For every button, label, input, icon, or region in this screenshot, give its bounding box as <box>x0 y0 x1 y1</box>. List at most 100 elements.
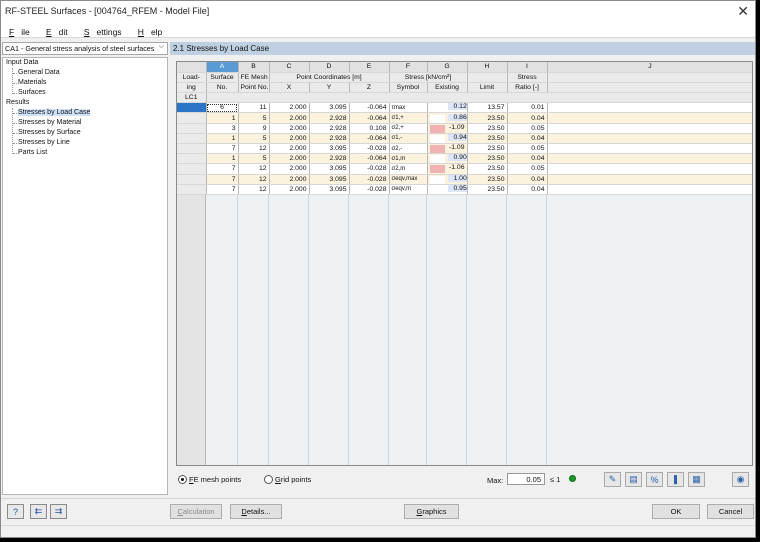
column-d-header[interactable]: D <box>309 62 350 73</box>
next-icon[interactable]: ⇉ <box>50 504 67 519</box>
cell-x[interactable]: 2.000 <box>269 133 310 145</box>
cell-existing[interactable]: 1.00 <box>427 174 468 185</box>
cell-y[interactable]: 2.928 <box>309 123 350 134</box>
cell-surface-no[interactable]: 3 <box>206 123 239 134</box>
cell-ratio[interactable]: 0.04 <box>507 153 548 165</box>
cell-ratio[interactable]: 0.01 <box>507 102 548 114</box>
cell-point-no[interactable]: 5 <box>238 112 270 124</box>
calculation-button[interactable]: Calculation <box>170 504 222 519</box>
table-row[interactable]: 1 5 2.000 2.928 -0.064 σ1,+ 0.86 23.50 0.04 <box>177 112 752 124</box>
excel-icon[interactable]: ▦ <box>688 472 705 487</box>
table-row[interactable]: 3 9 2.000 2.928 0.108 σ2,+ -1.09 23.50 0.05 <box>177 123 752 134</box>
cell-empty[interactable] <box>547 123 752 134</box>
graphics-button[interactable]: Graphics <box>404 504 459 519</box>
cell-y[interactable]: 3.095 <box>309 143 350 155</box>
cell-limit[interactable]: 23.50 <box>467 174 508 185</box>
view-icon[interactable]: ◉ <box>732 472 749 487</box>
cell-empty[interactable] <box>547 112 752 124</box>
cell-existing[interactable]: -1.06 <box>427 163 468 175</box>
table-row[interactable]: 6 11 2.000 3.095 -0.064 τmax 0.12 13.57 0.01 <box>177 102 752 114</box>
cell-z[interactable]: -0.064 <box>349 112 390 124</box>
row-header-cell[interactable] <box>177 174 207 185</box>
fe-mesh-points-radio[interactable]: FE mesh points <box>178 475 241 484</box>
cell-existing[interactable]: 0.86 <box>427 112 468 124</box>
cell-ratio[interactable]: 0.04 <box>507 184 548 195</box>
cell-limit[interactable]: 23.50 <box>467 143 508 155</box>
cell-symbol[interactable]: σ2,- <box>389 143 428 155</box>
tree-stresses-by-load-case[interactable]: Stresses by Load Case <box>18 109 91 116</box>
menu-help[interactable]: Help <box>134 25 165 37</box>
column-e-header[interactable]: E <box>349 62 390 73</box>
cell-x[interactable]: 2.000 <box>269 123 310 134</box>
cell-symbol[interactable]: σeqv,m <box>389 184 428 195</box>
cell-surface-no[interactable]: 7 <box>206 143 239 155</box>
cell-existing[interactable]: 0.12 <box>427 102 468 114</box>
column-c-header[interactable]: C <box>269 62 310 73</box>
menu-edit[interactable]: Edit <box>42 25 71 37</box>
cell-limit[interactable]: 23.50 <box>467 184 508 195</box>
cell-point-no[interactable]: 5 <box>238 153 270 165</box>
cell-limit[interactable]: 23.50 <box>467 123 508 134</box>
cell-x[interactable]: 2.000 <box>269 112 310 124</box>
cell-z[interactable]: 0.108 <box>349 123 390 134</box>
tree-stresses-by-material[interactable]: Stresses by Material <box>18 119 81 126</box>
cancel-button[interactable]: Cancel <box>707 504 754 519</box>
cell-existing[interactable]: -1.09 <box>427 123 468 134</box>
cell-empty[interactable] <box>547 163 752 175</box>
cell-ratio[interactable]: 0.05 <box>507 123 548 134</box>
tree-stresses-by-line[interactable]: Stresses by Line <box>18 139 70 146</box>
cell-point-no[interactable]: 5 <box>238 133 270 145</box>
row-header-cell[interactable] <box>177 102 207 114</box>
cell-point-no[interactable]: 12 <box>238 174 270 185</box>
cell-limit[interactable]: 23.50 <box>467 133 508 145</box>
tree-input-data[interactable]: Input Data <box>6 59 38 66</box>
table-row[interactable]: 1 5 2.000 2.928 -0.064 σ1,m 0.90 23.50 0.04 <box>177 153 752 165</box>
cell-empty[interactable] <box>547 174 752 185</box>
cell-z[interactable]: -0.028 <box>349 163 390 175</box>
cell-ratio[interactable]: 0.05 <box>507 163 548 175</box>
table-row[interactable]: 7 12 2.000 3.095 -0.028 σeqv,max 1.00 23.50 0.04 <box>177 174 752 185</box>
cell-symbol[interactable]: σ2,m <box>389 163 428 175</box>
cell-surface-no[interactable]: 1 <box>206 112 239 124</box>
row-header-cell[interactable] <box>177 133 207 145</box>
cell-symbol[interactable]: σ1,- <box>389 133 428 145</box>
previous-icon[interactable]: ⇇ <box>30 504 47 519</box>
details-button[interactable]: Details... <box>230 504 282 519</box>
cell-limit[interactable]: 13.57 <box>467 102 508 114</box>
cell-x[interactable]: 2.000 <box>269 174 310 185</box>
cell-x[interactable]: 2.000 <box>269 163 310 175</box>
column-g-header[interactable]: G <box>427 62 468 73</box>
cell-limit[interactable]: 23.50 <box>467 163 508 175</box>
cell-point-no[interactable]: 9 <box>238 123 270 134</box>
row-header-cell[interactable] <box>177 163 207 175</box>
cell-existing[interactable]: 0.95 <box>427 184 468 195</box>
row-header-cell[interactable] <box>177 153 207 165</box>
column-b-header[interactable]: B <box>238 62 270 73</box>
color-scale-icon[interactable]: ❚ <box>667 472 684 487</box>
cell-surface-no[interactable]: 7 <box>206 184 239 195</box>
column-a-header[interactable]: A <box>206 62 239 73</box>
tree-results[interactable]: Results <box>6 99 29 106</box>
cell-y[interactable]: 3.095 <box>309 102 350 114</box>
cell-limit[interactable]: 23.50 <box>467 112 508 124</box>
cell-existing[interactable]: 0.90 <box>427 153 468 165</box>
filter-icon[interactable]: ▤ <box>625 472 642 487</box>
cell-point-no[interactable]: 12 <box>238 143 270 155</box>
table-row[interactable]: 7 12 2.000 3.095 -0.028 σeqv,m 0.95 23.50 0.04 <box>177 184 752 195</box>
row-header-cell[interactable] <box>177 123 207 134</box>
ok-button[interactable]: OK <box>652 504 700 519</box>
cell-x[interactable]: 2.000 <box>269 143 310 155</box>
cell-empty[interactable] <box>547 153 752 165</box>
cell-symbol[interactable]: σ1,+ <box>389 112 428 124</box>
table-row[interactable]: 7 12 2.000 3.095 -0.028 σ2,m -1.06 23.50 0.05 <box>177 163 752 175</box>
cell-symbol[interactable]: σeqv,max <box>389 174 428 185</box>
cell-point-no[interactable]: 11 <box>238 102 270 114</box>
column-f-header[interactable]: F <box>389 62 428 73</box>
cell-z[interactable]: -0.064 <box>349 153 390 165</box>
close-icon[interactable]: ✕ <box>737 3 749 20</box>
cell-x[interactable]: 2.000 <box>269 102 310 114</box>
cell-z[interactable]: -0.028 <box>349 143 390 155</box>
cell-point-no[interactable]: 12 <box>238 163 270 175</box>
table-row[interactable]: 7 12 2.000 3.095 -0.028 σ2,- -1.09 23.50 0.05 <box>177 143 752 155</box>
cell-x[interactable]: 2.000 <box>269 153 310 165</box>
